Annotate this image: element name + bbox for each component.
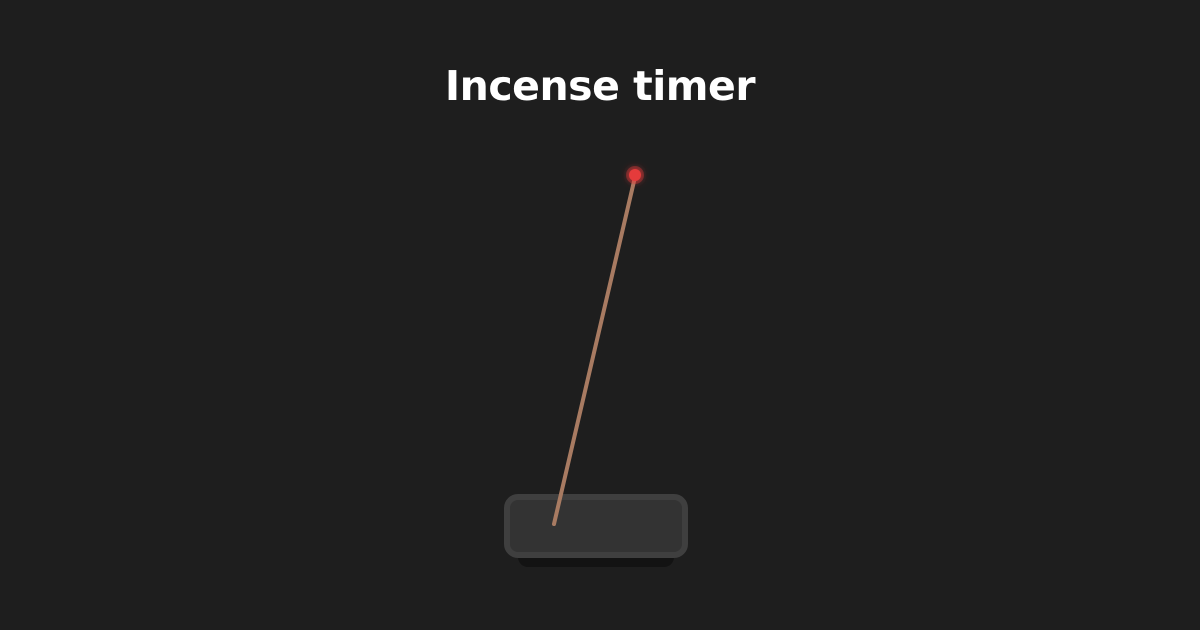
incense-scene	[552, 166, 644, 526]
incense-timer-page: Incense timer	[0, 0, 1200, 630]
incense-stick	[552, 175, 637, 526]
incense-ember	[629, 169, 641, 181]
